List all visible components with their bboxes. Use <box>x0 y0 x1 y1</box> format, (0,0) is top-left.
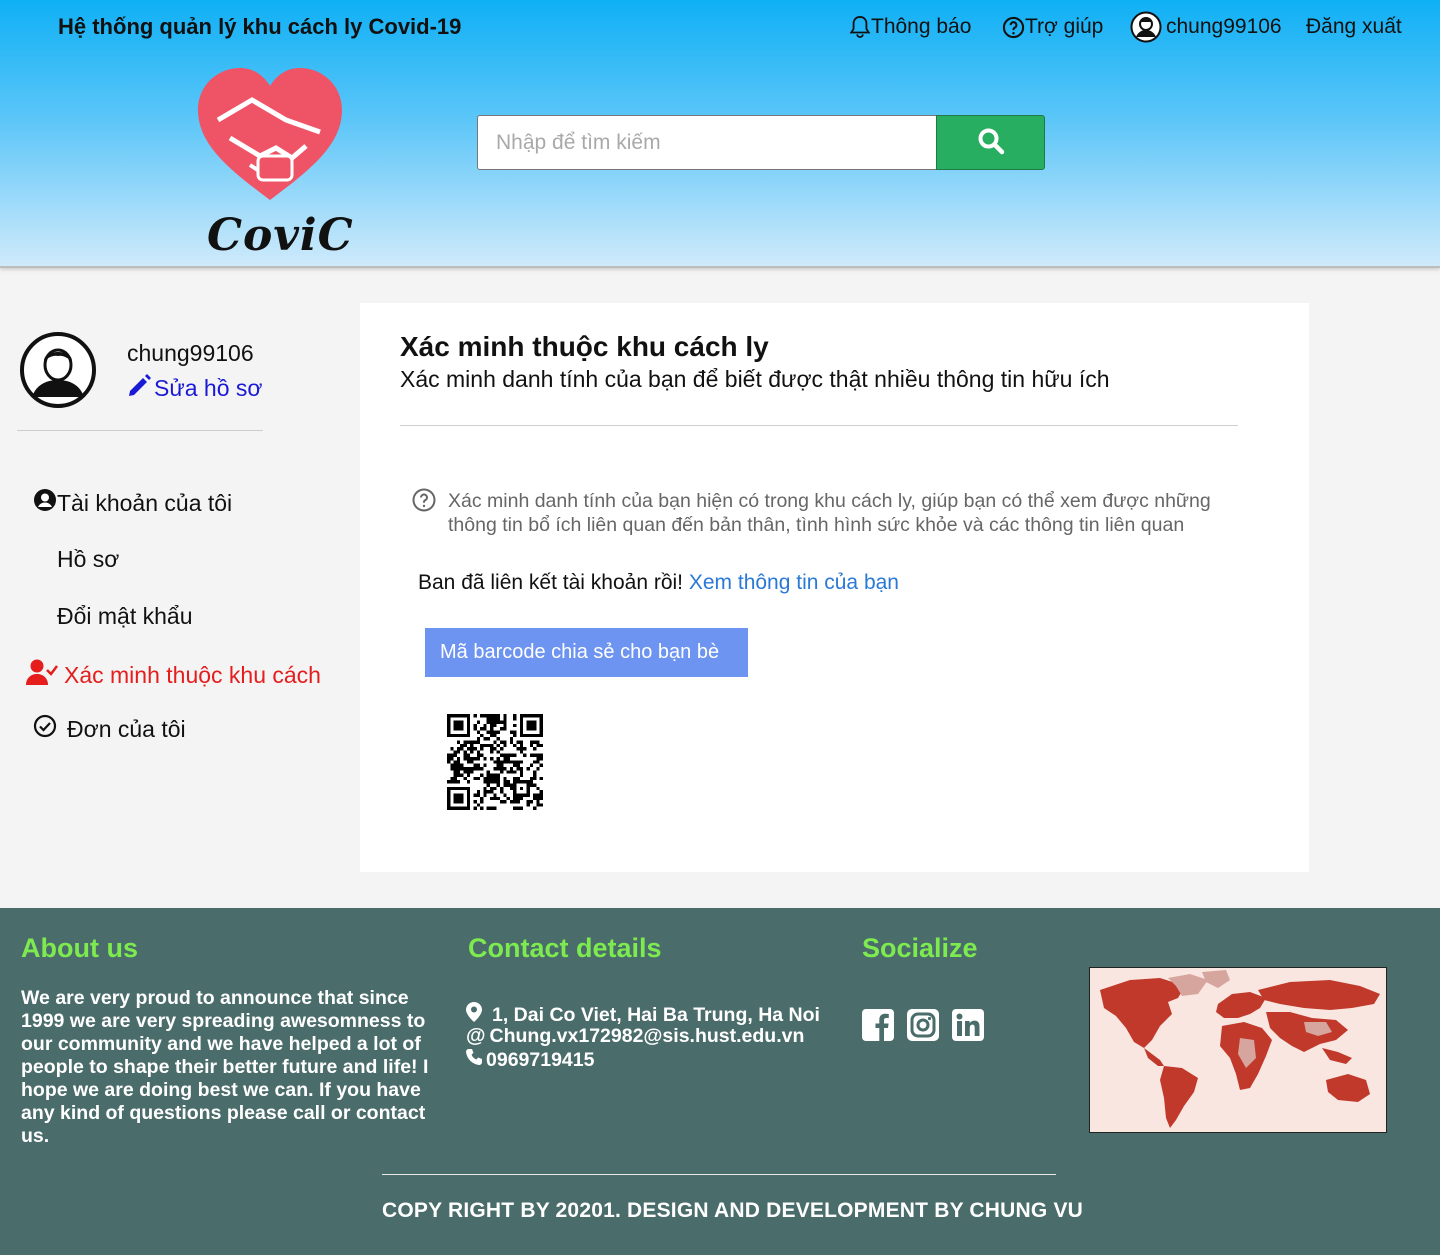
edit-profile-label: Sửa hồ sơ <box>154 374 263 401</box>
contact-address-text: 1, Dai Co Viet, Hai Ba Trung, Ha Noi <box>492 1003 820 1026</box>
contact-phone-text: 0969719415 <box>486 1048 595 1071</box>
sidebar-item-profile[interactable]: Hồ sơ <box>57 546 119 573</box>
sidebar-username: chung99106 <box>127 340 254 366</box>
search-icon <box>977 127 1005 158</box>
sidebar-item-change-password[interactable]: Đổi mật khẩu <box>57 603 193 630</box>
instagram-icon[interactable] <box>906 1008 940 1042</box>
nav-help[interactable]: Trợ giúp <box>1002 12 1103 42</box>
nav-user-profile[interactable]: chung99106 <box>1130 11 1282 43</box>
linked-account-text: Ban đã liên kết tài khoản rồi! <box>418 571 689 594</box>
copyright-text: COPY RIGHT BY 20201. DESIGN AND DEVELOPM… <box>382 1199 1084 1222</box>
sidebar-item-label: Đơn của tôi <box>67 715 186 742</box>
sidebar-item-my-orders[interactable]: Đơn của tôi <box>33 714 186 744</box>
search-input[interactable] <box>477 115 937 170</box>
question-circle-icon <box>1002 16 1025 39</box>
edit-profile-link[interactable]: Sửa hồ sơ <box>126 372 262 404</box>
contact-email-text: Chung.vx172982@sis.hust.edu.vn <box>489 1025 805 1047</box>
linkedin-icon[interactable] <box>951 1008 985 1042</box>
about-text: We are very proud to announce that since… <box>21 987 429 1147</box>
help-text: Xác minh danh tính của bạn hiện có trong… <box>448 490 1211 536</box>
footer-divider <box>382 1174 1056 1175</box>
search-button[interactable] <box>936 115 1045 170</box>
sidebar-item-my-account[interactable]: Tài khoản của tôi <box>33 488 232 518</box>
contact-email[interactable]: @ Chung.vx172982@sis.hust.edu.vn <box>466 1025 804 1048</box>
nav-notifications[interactable]: Thông báo <box>849 12 971 42</box>
user-circle-icon <box>33 488 57 518</box>
nav-help-label: Trợ giúp <box>1025 15 1104 38</box>
sidebar-item-label: Xác minh thuộc khu cách <box>64 661 321 688</box>
question-circle-icon <box>412 488 436 517</box>
nav-username: chung99106 <box>1166 15 1282 38</box>
share-barcode-button[interactable]: Mã barcode chia sẻ cho bạn bè <box>425 628 748 677</box>
world-covid-map <box>1089 967 1387 1133</box>
user-check-icon <box>26 658 58 692</box>
page-title: Xác minh thuộc khu cách ly <box>400 331 769 362</box>
header: Hệ thống quản lý khu cách ly Covid-19 Th… <box>0 0 1440 268</box>
facebook-icon[interactable] <box>861 1008 895 1042</box>
contact-heading: Contact details <box>468 933 662 963</box>
contact-phone[interactable]: 0969719415 <box>466 1048 594 1072</box>
footer: About us We are very proud to announce t… <box>0 908 1440 1255</box>
qr-code <box>447 714 543 815</box>
check-circle-icon <box>33 714 57 744</box>
site-title: Hệ thống quản lý khu cách ly Covid-19 <box>58 14 462 39</box>
phone-icon <box>466 1048 482 1072</box>
nav-notifications-label: Thông báo <box>871 15 972 38</box>
linked-account-message: Ban đã liên kết tài khoản rồi! Xem thông… <box>418 571 899 595</box>
card-divider <box>400 425 1238 426</box>
profile-avatar <box>19 331 97 409</box>
logout-link[interactable]: Đăng xuất <box>1306 12 1402 42</box>
about-heading: About us <box>21 933 138 963</box>
at-sign-icon: @ <box>466 1025 486 1047</box>
bell-icon <box>849 15 871 39</box>
logo-text: CoviC <box>207 210 354 261</box>
socialize-heading: Socialize <box>862 933 978 963</box>
pencil-icon <box>126 372 152 404</box>
view-info-link[interactable]: Xem thông tin của bạn <box>689 571 899 594</box>
user-avatar-icon <box>1130 11 1162 43</box>
page-subtitle: Xác minh danh tính của bạn để biết được … <box>400 366 1110 392</box>
sidebar-divider <box>17 430 263 431</box>
sidebar-item-label: Tài khoản của tôi <box>57 489 233 516</box>
sidebar-item-verify-quarantine[interactable]: Xác minh thuộc khu cách <box>26 658 321 692</box>
verification-card: Xác minh thuộc khu cách ly Xác minh danh… <box>360 303 1309 872</box>
